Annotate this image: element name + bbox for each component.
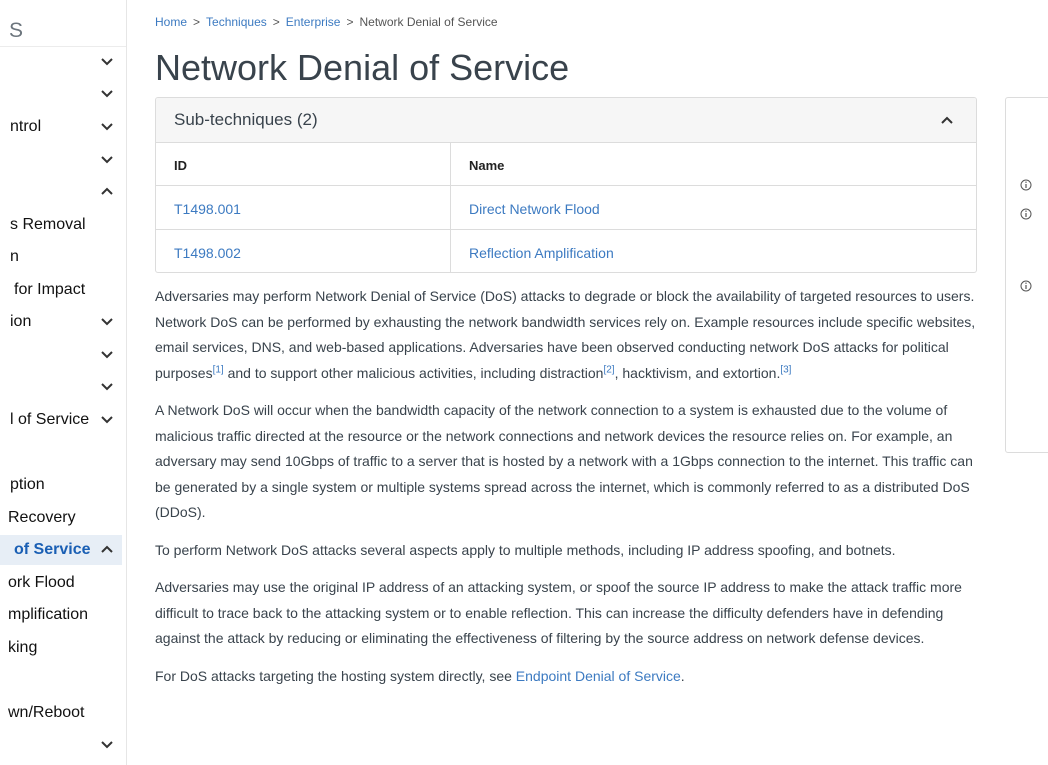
description-paragraph: Adversaries may use the original IP addr… [155, 579, 962, 646]
description-paragraph: To perform Network DoS attacks several a… [155, 541, 896, 558]
table-row: T1498.001 Direct Network Flood [156, 186, 976, 230]
chevron-down-icon[interactable] [100, 735, 114, 753]
chevron-up-icon[interactable] [100, 540, 114, 558]
column-header-name: Name [469, 158, 505, 173]
table-header-row: ID Name [156, 143, 976, 186]
sidebar-item[interactable]: s Removal [0, 210, 122, 240]
endpoint-dos-link[interactable]: Endpoint Denial of Service [516, 668, 681, 684]
citation-link[interactable]: [1] [213, 364, 224, 375]
sidebar-item[interactable]: ption [0, 470, 122, 500]
sidebar-item-label: n [10, 248, 19, 265]
breadcrumb-home[interactable]: Home [155, 15, 187, 29]
sidebar-item[interactable]: n [0, 242, 122, 272]
breadcrumb: Home > Techniques > Enterprise > Network Denia… [155, 15, 498, 29]
description-paragraph: A Network DoS will occur when the bandwi… [155, 402, 973, 520]
sidebar-item[interactable] [0, 79, 122, 109]
sidebar-header: S [9, 19, 24, 42]
description-paragraph: Adversaries may perform Network Denial o… [155, 284, 981, 386]
breadcrumb-separator: > [193, 15, 201, 29]
sidebar-item[interactable]: Recovery [0, 503, 122, 533]
breadcrumb-enterprise[interactable]: Enterprise [286, 15, 341, 29]
sidebar-item-label: ption [10, 476, 45, 493]
chevron-down-icon[interactable] [100, 345, 114, 363]
sidebar-item[interactable]: ork Flood [0, 568, 122, 598]
chevron-down-icon[interactable] [100, 377, 114, 395]
info-icon[interactable] [1020, 208, 1032, 220]
sidebar-item[interactable]: wn/Reboot [0, 698, 122, 728]
sidebar-item[interactable] [0, 340, 122, 370]
technique-description: Adversaries may perform Network Denial o… [155, 284, 981, 701]
sidebar-item[interactable]: ntrol [0, 112, 122, 142]
sidebar-item-label: for Impact [14, 281, 86, 298]
technique-info-card [1005, 97, 1048, 453]
description-text: , hacktivism, and extortion. [614, 364, 781, 381]
breadcrumb-current: Network Denial of Service [359, 15, 498, 29]
sidebar-item-label: Recovery [8, 509, 76, 526]
table-cell: Direct Network Flood [451, 186, 976, 229]
table-header-cell: Name [451, 143, 976, 185]
subtechnique-name-link[interactable]: Direct Network Flood [469, 201, 600, 217]
sidebar-item-label: king [8, 639, 38, 656]
sidebar-item[interactable] [0, 730, 122, 760]
subtechnique-id-link[interactable]: T1498.002 [174, 245, 241, 261]
chevron-down-icon[interactable] [100, 312, 114, 330]
citation-link[interactable]: [2] [603, 364, 614, 375]
sidebar-item[interactable]: for Impact [0, 275, 122, 305]
sidebar-item[interactable]: mplification [0, 600, 122, 630]
sidebar-item[interactable] [0, 177, 122, 207]
chevron-down-icon[interactable] [100, 117, 114, 135]
chevron-up-icon[interactable] [940, 111, 954, 129]
table-cell: T1498.002 [156, 230, 451, 272]
sidebar-item[interactable] [0, 372, 122, 402]
description-text: and to support other malicious activitie… [223, 364, 604, 381]
sidebar-item[interactable]: king [0, 633, 122, 663]
table-row: T1498.002 Reflection Amplification [156, 230, 976, 272]
sidebar-item-label: ntrol [10, 118, 42, 135]
citation-link[interactable]: [3] [780, 364, 791, 375]
chevron-down-icon[interactable] [100, 410, 114, 428]
sidebar-item-label: of Service [14, 541, 91, 558]
sidebar-item-label: mplification [8, 606, 89, 623]
column-header-id: ID [174, 158, 187, 173]
chevron-down-icon[interactable] [100, 52, 114, 70]
subtechniques-title: Sub-techniques (2) [174, 110, 318, 129]
sidebar-item-label: s Removal [10, 216, 86, 233]
table-cell: T1498.001 [156, 186, 451, 229]
breadcrumb-separator: > [346, 15, 354, 29]
breadcrumb-separator: > [272, 15, 280, 29]
table-cell: Reflection Amplification [451, 230, 976, 272]
sidebar-item[interactable]: of Service [0, 535, 122, 565]
sidebar-nav: S ntrol s Removal n for Impact ion l of Serv… [0, 0, 127, 765]
info-icon[interactable] [1020, 179, 1032, 191]
page-title: Network Denial of Service [155, 47, 570, 88]
description-paragraph: For DoS attacks targeting the hosting sy… [155, 664, 981, 690]
chevron-up-icon[interactable] [100, 182, 114, 200]
sidebar-item-label: ion [10, 313, 32, 330]
info-icon[interactable] [1020, 280, 1032, 292]
sidebar-item-label: ork Flood [8, 574, 75, 591]
subtechnique-id-link[interactable]: T1498.001 [174, 201, 241, 217]
sidebar-item[interactable] [0, 47, 122, 77]
chevron-down-icon[interactable] [100, 150, 114, 168]
subtechnique-name-link[interactable]: Reflection Amplification [469, 245, 614, 261]
sidebar-item-label: wn/Reboot [8, 704, 85, 721]
sidebar-item[interactable]: l of Service [0, 405, 122, 435]
table-header-cell: ID [156, 143, 451, 185]
subtechniques-panel: Sub-techniques (2) ID Name T1498.001 Dir… [155, 97, 977, 273]
description-text: For DoS attacks targeting the hosting sy… [155, 667, 516, 684]
description-text: . [680, 667, 685, 684]
subtechniques-header[interactable]: Sub-techniques (2) [156, 98, 976, 143]
chevron-down-icon[interactable] [100, 84, 114, 102]
sidebar-item[interactable] [0, 145, 122, 175]
sidebar-item-label: l of Service [10, 411, 90, 428]
sidebar-item[interactable]: ion [0, 307, 122, 337]
breadcrumb-techniques[interactable]: Techniques [206, 15, 267, 29]
